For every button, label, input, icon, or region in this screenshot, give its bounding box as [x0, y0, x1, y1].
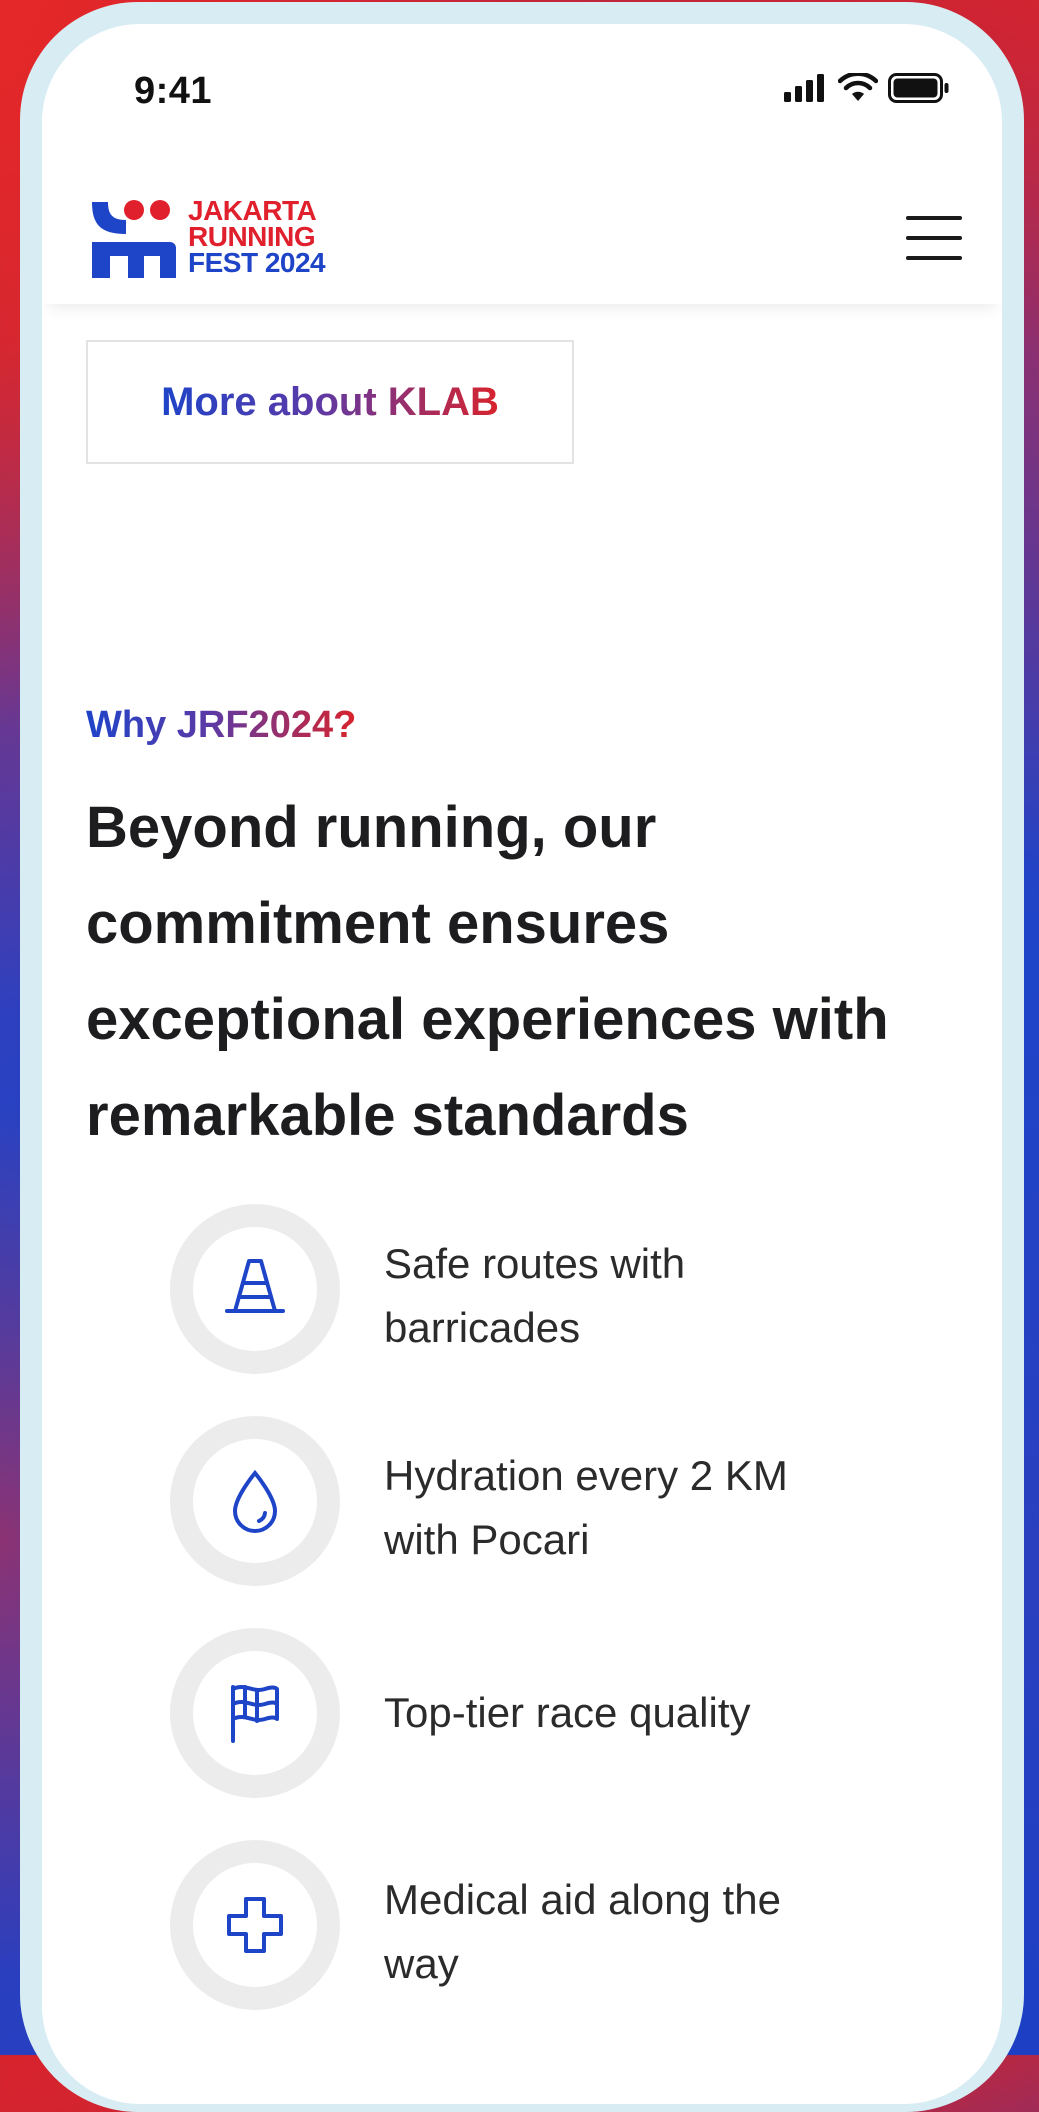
traffic-cone-icon	[225, 1259, 285, 1313]
medical-cross-icon	[227, 1897, 283, 1953]
feature-label: Medical aid along the way	[384, 1876, 781, 1987]
more-about-klab-label: More about KLAB	[161, 379, 499, 424]
feature-icon-badge	[170, 1628, 340, 1798]
feature-icon-badge	[170, 1840, 340, 2010]
menu-bar	[906, 236, 962, 240]
running-figure-logo-icon	[92, 200, 176, 278]
jakarta-running-fest-logo[interactable]: JAKARTA RUNNING FEST 2024	[86, 197, 326, 280]
logo-line-fest: FEST 2024	[188, 247, 326, 278]
why-eyebrow: Why JRF2024?	[86, 704, 357, 746]
menu-bar	[906, 256, 962, 260]
more-about-klab-button[interactable]: More about KLAB	[86, 340, 574, 464]
hamburger-menu-icon[interactable]	[906, 216, 962, 260]
battery-icon	[888, 73, 949, 103]
cellular-signal-icon	[784, 74, 824, 102]
status-time: 9:41	[134, 70, 213, 112]
logo-wordmark: JAKARTA RUNNING FEST 2024	[188, 197, 326, 278]
feature-label: Top-tier race quality	[384, 1689, 751, 1736]
wifi-icon	[838, 73, 878, 101]
status-icons	[784, 70, 950, 106]
phone-screen: 9:41 JAKARTA RUNNING FEST 2024 More abou…	[42, 24, 1002, 2104]
feature-icon-badge	[170, 1204, 340, 1374]
checkered-flag-icon	[231, 1685, 279, 1743]
why-headline: Beyond running, our commitment ensures e…	[86, 795, 889, 1148]
feature-label: Hydration every 2 KM with Pocari	[384, 1452, 788, 1563]
feature-icon-badge	[170, 1416, 340, 1586]
feature-label: Safe routes with barricades	[384, 1240, 686, 1351]
water-drop-icon	[232, 1469, 278, 1533]
site-header: JAKARTA RUNNING FEST 2024	[42, 144, 1002, 304]
menu-bar	[906, 216, 962, 220]
